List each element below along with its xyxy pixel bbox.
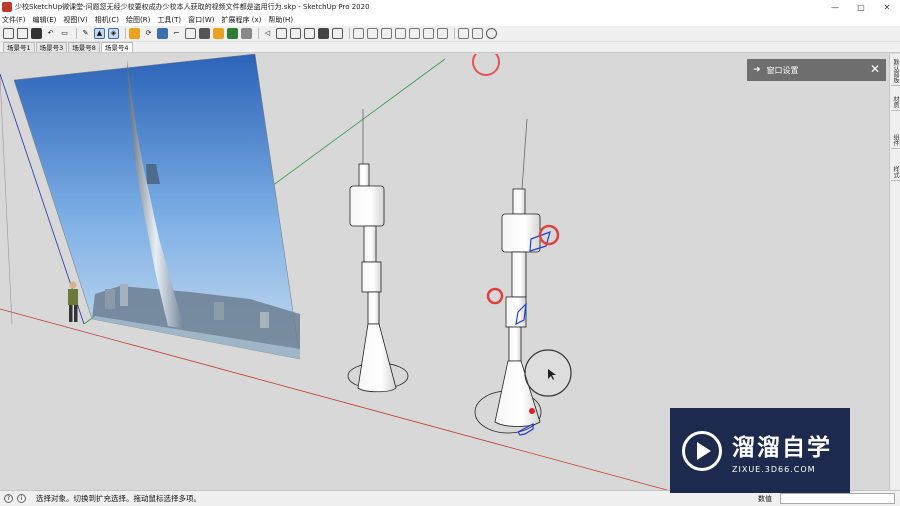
print-icon[interactable]: ▭: [59, 28, 70, 39]
chat-icon[interactable]: [318, 28, 329, 39]
tape-measure-icon[interactable]: ⌐: [171, 28, 182, 39]
warehouse-icon[interactable]: [199, 28, 210, 39]
menu-draw[interactable]: 绘图(R): [126, 15, 150, 25]
menu-view[interactable]: 视图(V): [63, 15, 87, 25]
back-view-icon[interactable]: [409, 28, 420, 39]
select-arrow-icon[interactable]: ▲: [94, 28, 105, 39]
extension-warehouse-icon[interactable]: [213, 28, 224, 39]
paint-bucket-icon[interactable]: [129, 28, 140, 39]
section-display-icon[interactable]: [290, 28, 301, 39]
iso-view-icon[interactable]: [353, 28, 364, 39]
bottom-view-icon[interactable]: [437, 28, 448, 39]
window-title: 少校SketchUp微课堂-问题您无经少校要权成办少校本人获取的视频文件都是盗用…: [15, 3, 370, 11]
camera-icon[interactable]: [185, 28, 196, 39]
sections-icon[interactable]: [276, 28, 287, 39]
undo-icon[interactable]: ↶: [45, 28, 56, 39]
scene-tab-active[interactable]: 场景号4: [100, 42, 133, 52]
save-icon[interactable]: [31, 28, 42, 39]
menu-extensions[interactable]: 扩展程序 (x): [221, 15, 261, 25]
window-controls: — □ ✕: [822, 0, 900, 14]
sound-icon[interactable]: ◁: [262, 28, 273, 39]
measurements-label: 数值: [758, 495, 772, 503]
close-button[interactable]: ✕: [874, 0, 900, 14]
right-tab-styles[interactable]: 样式: [891, 164, 900, 181]
right-tab-default-tray[interactable]: 默认面板: [891, 57, 900, 86]
menu-edit[interactable]: 编辑(E): [33, 15, 57, 25]
hidden-line-icon[interactable]: [472, 28, 483, 39]
style-builder-icon[interactable]: [241, 28, 252, 39]
toolbar-separator: [454, 28, 455, 39]
toolbar: ↶ ▭ ✎ ▲ ◈ ⟳ ⌐ ◁: [0, 26, 900, 42]
left-view-icon[interactable]: [423, 28, 434, 39]
tray-title: 窗口设置: [766, 65, 799, 75]
scene-tab[interactable]: 场景号8: [68, 42, 100, 52]
new-file-icon[interactable]: [3, 28, 14, 39]
play-logo-icon: [682, 430, 722, 471]
status-message: 选择对象。切换到扩充选择。拖动鼠标选择多项。: [36, 494, 201, 503]
info-icon[interactable]: i: [17, 494, 26, 503]
menu-help[interactable]: 帮助(H): [268, 15, 293, 25]
watermark-url: ZIXUE.3D66.COM: [732, 464, 816, 474]
right-view-icon[interactable]: [395, 28, 406, 39]
layout-icon[interactable]: [227, 28, 238, 39]
title-bar: 少校SketchUp微课堂-问题您无经少校要权成办少校本人获取的视频文件都是盗用…: [0, 0, 900, 14]
scene-tab[interactable]: 场景号1: [3, 42, 35, 52]
right-tab-strip: 默认面板 材质 组件 样式: [889, 54, 900, 490]
sketchup-window: 少校SketchUp微课堂-问题您无经少校要权成办少校本人获取的视频文件都是盗用…: [0, 0, 900, 506]
toolbar-separator: [349, 28, 350, 39]
x-ray-icon[interactable]: [332, 28, 343, 39]
menu-tools[interactable]: 工具(T): [157, 15, 181, 25]
menu-file[interactable]: 文件(F): [2, 15, 26, 25]
move-icon[interactable]: [157, 28, 168, 39]
menu-camera[interactable]: 相机(C): [95, 15, 119, 25]
measurements-input[interactable]: [780, 493, 895, 504]
toolbar-separator: [76, 28, 77, 39]
section-fill-icon[interactable]: [304, 28, 315, 39]
scene-tab[interactable]: 场景号3: [35, 42, 68, 52]
pencil-icon[interactable]: ✎: [80, 28, 91, 39]
reference-image[interactable]: [13, 54, 301, 360]
tray-close-button[interactable]: ✕: [870, 62, 880, 76]
open-folder-icon[interactable]: [17, 28, 28, 39]
person-figure[interactable]: [68, 281, 78, 323]
toolbar-separator: [258, 28, 259, 39]
tower-model-left[interactable]: [347, 109, 409, 393]
menu-bar: 文件(F) 编辑(E) 视图(V) 相机(C) 绘图(R) 工具(T) 窗口(W…: [0, 14, 900, 26]
click-indicator: [486, 287, 504, 305]
rotate-icon[interactable]: ⟳: [143, 28, 154, 39]
wireframe-icon[interactable]: [458, 28, 469, 39]
help-icon[interactable]: ?: [4, 494, 13, 503]
geo-location-icon[interactable]: [486, 28, 497, 39]
watermark: 溜溜自学 ZIXUE.3D66.COM: [670, 408, 850, 493]
top-view-icon[interactable]: [367, 28, 378, 39]
click-indicator: [472, 54, 500, 76]
watermark-name: 溜溜自学: [732, 434, 832, 461]
maximize-button[interactable]: □: [848, 0, 874, 14]
tray-panel-header[interactable]: ➜ 窗口设置 ✕: [747, 59, 886, 81]
sketchup-logo-icon: [2, 2, 12, 12]
pin-icon[interactable]: ➜: [753, 65, 761, 75]
menu-window[interactable]: 窗口(W): [188, 15, 214, 25]
minimize-button[interactable]: —: [822, 0, 848, 14]
eraser-icon[interactable]: ◈: [108, 28, 119, 39]
front-view-icon[interactable]: [381, 28, 392, 39]
right-tab-components[interactable]: 组件: [891, 132, 900, 149]
right-tab-materials[interactable]: 材质: [891, 94, 900, 111]
red-axis: [0, 308, 669, 490]
guide-line: [0, 75, 13, 325]
toolbar-separator: [125, 28, 126, 39]
scene-tabs: 场景号1 场景号3 场景号8 场景号4: [0, 42, 900, 53]
